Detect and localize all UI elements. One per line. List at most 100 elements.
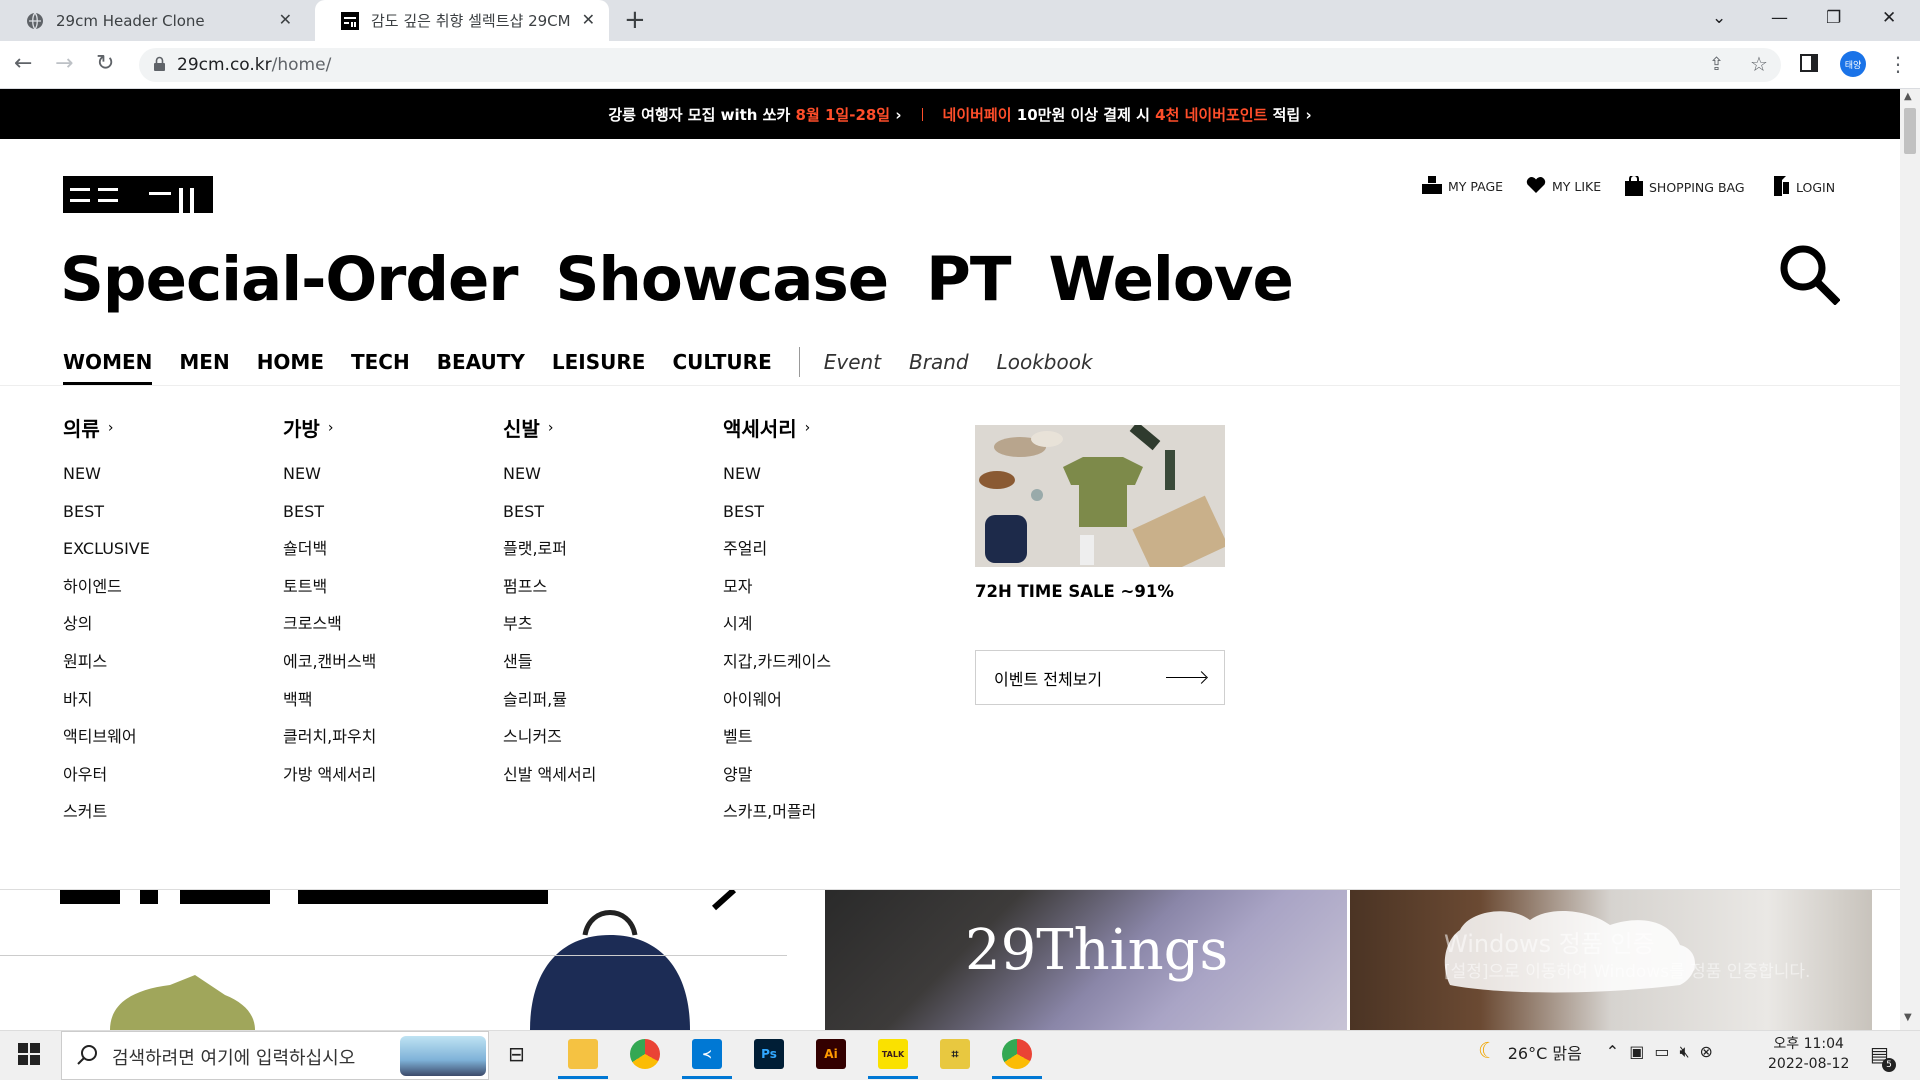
list-item[interactable]: 스카프,머플러	[723, 802, 831, 840]
share-icon[interactable]: ⇪	[1709, 54, 1724, 75]
list-item[interactable]: NEW	[63, 464, 150, 502]
tab-lookbook[interactable]: Lookbook	[997, 350, 1093, 374]
windows-start-icon[interactable]	[18, 1043, 40, 1069]
tab-29cm-home[interactable]: 감도 깊은 취향 셀렉트샵 29CM ✕	[315, 0, 609, 41]
scroll-down-icon[interactable]: ▼	[1904, 1012, 1912, 1023]
list-item[interactable]: 플랫,로퍼	[503, 539, 596, 577]
list-item[interactable]: 바지	[63, 690, 150, 728]
list-item[interactable]: 크로스백	[283, 614, 376, 652]
list-item[interactable]: 아이웨어	[723, 690, 831, 728]
list-item[interactable]: 하이엔드	[63, 577, 150, 615]
close-window-icon[interactable]: ✕	[1882, 8, 1896, 28]
tab-home[interactable]: HOME	[257, 350, 324, 374]
list-item[interactable]: 아우터	[63, 765, 150, 803]
login-link[interactable]: LOGIN	[1772, 176, 1835, 199]
scroll-up-icon[interactable]: ▲	[1904, 91, 1912, 102]
side-panel-icon[interactable]	[1800, 54, 1818, 72]
list-item[interactable]: 모자	[723, 577, 831, 615]
list-item[interactable]: 벨트	[723, 727, 831, 765]
tab-search-icon[interactable]: ⌄	[1712, 8, 1726, 28]
column-title[interactable]: 액세서리 ›	[723, 413, 831, 442]
tab-event[interactable]: Event	[824, 350, 881, 374]
list-item[interactable]: EXCLUSIVE	[63, 539, 150, 577]
list-item[interactable]: 상의	[63, 614, 150, 652]
list-item[interactable]: 샌들	[503, 652, 596, 690]
list-item[interactable]: 슬리퍼,뮬	[503, 690, 596, 728]
tab-women[interactable]: WOMEN	[63, 350, 153, 386]
speaker-mute-icon[interactable]: 🔇︎	[1679, 1042, 1689, 1062]
list-item[interactable]: 클러치,파우치	[283, 727, 376, 765]
list-item[interactable]: 부츠	[503, 614, 596, 652]
column-title[interactable]: 가방 ›	[283, 413, 376, 442]
menu-icon[interactable]: ⋮	[1888, 52, 1908, 76]
scrollbar-thumb[interactable]	[1904, 108, 1916, 154]
chevron-up-icon[interactable]: ⌃	[1606, 1042, 1619, 1061]
time-sale-banner[interactable]	[0, 890, 787, 1030]
list-item[interactable]: 스커트	[63, 802, 150, 840]
promo-right[interactable]: 네이버페이 10만원 이상 결제 시 4천 네이버포인트 적립 ›	[943, 104, 1312, 125]
29things-banner[interactable]: 29Things	[825, 890, 1347, 1030]
chrome-icon[interactable]	[630, 1039, 660, 1069]
list-item[interactable]: BEST	[63, 502, 150, 540]
promo-left[interactable]: 강릉 여행자 모집 with 쏘카 8월 1일-28일 ›	[608, 104, 901, 125]
battery-icon[interactable]: ▭	[1654, 1042, 1669, 1061]
tab-beauty[interactable]: BEAUTY	[437, 350, 525, 374]
profile-avatar[interactable]: 태양	[1840, 51, 1866, 77]
list-item[interactable]: 스니커즈	[503, 727, 596, 765]
tab-brand[interactable]: Brand	[909, 350, 969, 374]
shopping-bag-link[interactable]: SHOPPING BAG	[1625, 174, 1745, 199]
taskbar-search-input[interactable]: 검색하려면 여기에 입력하십시오	[61, 1031, 489, 1080]
promo-caption[interactable]: 72H TIME SALE ~91%	[975, 582, 1174, 601]
ime-icon[interactable]: ⊗	[1700, 1042, 1713, 1061]
vscode-icon[interactable]: ≺	[692, 1039, 722, 1069]
weather-text[interactable]: 26°C 맑음	[1508, 1040, 1582, 1064]
list-item[interactable]: 주얼리	[723, 539, 831, 577]
tab-culture[interactable]: CULTURE	[672, 350, 771, 374]
list-item[interactable]: 펌프스	[503, 577, 596, 615]
photoshop-icon[interactable]: Ps	[754, 1039, 784, 1069]
my-page-link[interactable]: MY PAGE	[1422, 176, 1503, 197]
list-item[interactable]: 가방 액세서리	[283, 765, 376, 803]
crop-tool-icon[interactable]: ⌗	[940, 1039, 970, 1069]
reload-icon[interactable]: ↻	[96, 51, 114, 77]
list-item[interactable]: 원피스	[63, 652, 150, 690]
illustrator-icon[interactable]: Ai	[816, 1039, 846, 1069]
omnibox[interactable]: 29cm.co.kr/home/ ⇪ ☆	[139, 48, 1781, 82]
chrome-profile-icon[interactable]	[1002, 1039, 1032, 1069]
view-all-events-button[interactable]: 이벤트 전체보기	[975, 650, 1225, 705]
device-icon[interactable]: ▣	[1629, 1042, 1644, 1061]
system-clock[interactable]: 오후 11:04 2022-08-12	[1768, 1034, 1849, 1074]
menu-pt[interactable]: PT	[926, 240, 1011, 320]
list-item[interactable]: BEST	[723, 502, 831, 540]
list-item[interactable]: NEW	[723, 464, 831, 502]
menu-welove[interactable]: Welove	[1048, 240, 1293, 320]
list-item[interactable]: 신발 액세서리	[503, 765, 596, 803]
list-item[interactable]: 에코,캔버스백	[283, 652, 376, 690]
kakaotalk-icon[interactable]: TALK	[878, 1039, 908, 1069]
menu-showcase[interactable]: Showcase	[556, 240, 890, 320]
list-item[interactable]: 시계	[723, 614, 831, 652]
list-item[interactable]: BEST	[503, 502, 596, 540]
list-item[interactable]: NEW	[503, 464, 596, 502]
column-title[interactable]: 신발 ›	[503, 413, 596, 442]
back-icon[interactable]: ←	[14, 51, 32, 77]
close-tab-icon[interactable]: ✕	[279, 10, 292, 29]
restore-icon[interactable]: ❐	[1826, 8, 1841, 28]
29cm-logo[interactable]	[63, 176, 213, 213]
file-explorer-icon[interactable]	[568, 1039, 598, 1069]
list-item[interactable]: 숄더백	[283, 539, 376, 577]
list-item[interactable]: 백팩	[283, 690, 376, 728]
close-tab-icon[interactable]: ✕	[582, 10, 595, 29]
list-item[interactable]: 토트백	[283, 577, 376, 615]
list-item[interactable]: NEW	[283, 464, 376, 502]
list-item[interactable]: BEST	[283, 502, 376, 540]
my-like-link[interactable]: MY LIKE	[1526, 176, 1601, 197]
search-icon[interactable]	[1778, 243, 1841, 306]
new-tab-button[interactable]: +	[624, 6, 646, 34]
time-sale-promo-image[interactable]	[975, 425, 1225, 567]
column-title[interactable]: 의류 ›	[63, 413, 150, 442]
bookmark-star-icon[interactable]: ☆	[1750, 52, 1768, 76]
tab-tech[interactable]: TECH	[351, 350, 410, 374]
forward-icon[interactable]: →	[55, 51, 73, 77]
menu-special-order[interactable]: Special-Order	[60, 240, 518, 320]
